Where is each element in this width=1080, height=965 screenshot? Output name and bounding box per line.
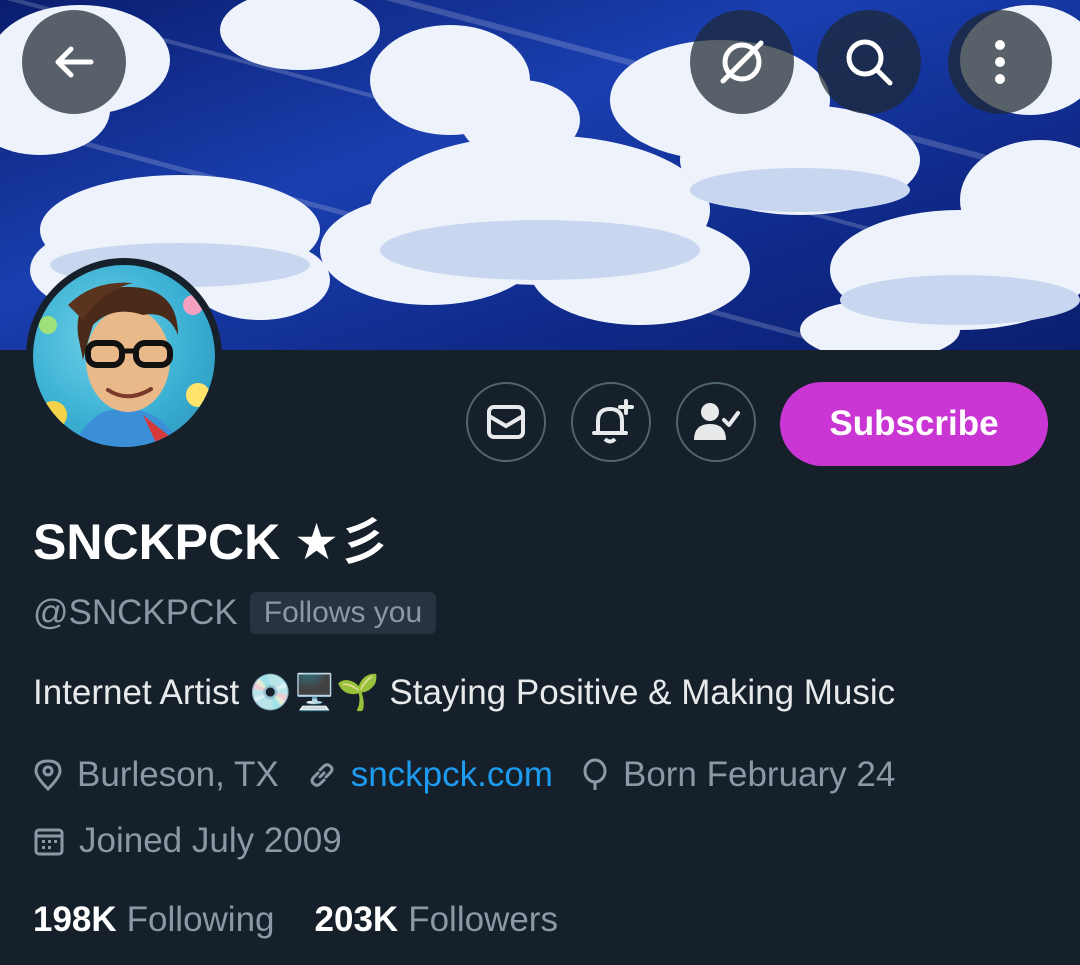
profile-meta-row: Burleson, TX snckpck.com Born February 2… <box>33 755 923 795</box>
birthday-item: Born February 24 <box>581 755 895 795</box>
more-options-button[interactable] <box>948 10 1052 114</box>
followers-count: 203K <box>314 900 399 939</box>
following-button[interactable] <box>676 382 756 462</box>
profile-handle: @SNCKPCK <box>33 593 238 632</box>
handle-row: @SNCKPCK Follows you <box>33 592 437 634</box>
following-count: 198K <box>33 900 117 939</box>
joined-text: Joined July 2009 <box>79 821 342 860</box>
profile-joined-row: Joined July 2009 <box>33 821 370 861</box>
joined-item: Joined July 2009 <box>33 821 342 861</box>
back-arrow-icon <box>55 46 94 78</box>
follows-you-badge: Follows you <box>249 592 437 634</box>
back-button[interactable] <box>22 10 126 114</box>
grok-icon <box>720 40 764 84</box>
more-options-icon <box>995 40 1005 84</box>
search-icon <box>846 39 893 86</box>
avatar-portrait <box>39 282 210 447</box>
message-button[interactable] <box>466 382 546 462</box>
location-item: Burleson, TX <box>33 755 279 795</box>
avatar-image <box>33 265 215 447</box>
location-pin-icon <box>34 759 62 792</box>
balloon-icon <box>583 758 607 790</box>
search-button[interactable] <box>817 10 921 114</box>
location-text: Burleson, TX <box>77 755 279 794</box>
link-icon <box>310 763 334 787</box>
following-stat[interactable]: 198K Following <box>33 900 275 940</box>
calendar-icon <box>34 828 64 856</box>
followers-stat[interactable]: 203K Followers <box>315 900 558 940</box>
notification-bell-add-icon <box>592 399 634 444</box>
follow-stats: 198K Following 203K Followers <box>33 900 598 940</box>
subscribe-button[interactable]: Subscribe <box>780 382 1048 466</box>
grok-button[interactable] <box>690 10 794 114</box>
following-label: Following <box>126 900 275 939</box>
following-user-check-icon <box>694 403 740 440</box>
message-icon <box>487 405 525 439</box>
profile-bio: Internet Artist 💿🖥️🌱 Staying Positive & … <box>33 673 896 712</box>
website-item[interactable]: snckpck.com <box>307 755 553 795</box>
birthday-text: Born February 24 <box>622 755 896 794</box>
profile-avatar[interactable] <box>26 258 222 454</box>
followers-label: Followers <box>408 900 558 939</box>
notifications-button[interactable] <box>571 382 651 462</box>
profile-name: SNCKPCK ★彡 <box>33 514 389 570</box>
website-link[interactable]: snckpck.com <box>351 755 553 795</box>
